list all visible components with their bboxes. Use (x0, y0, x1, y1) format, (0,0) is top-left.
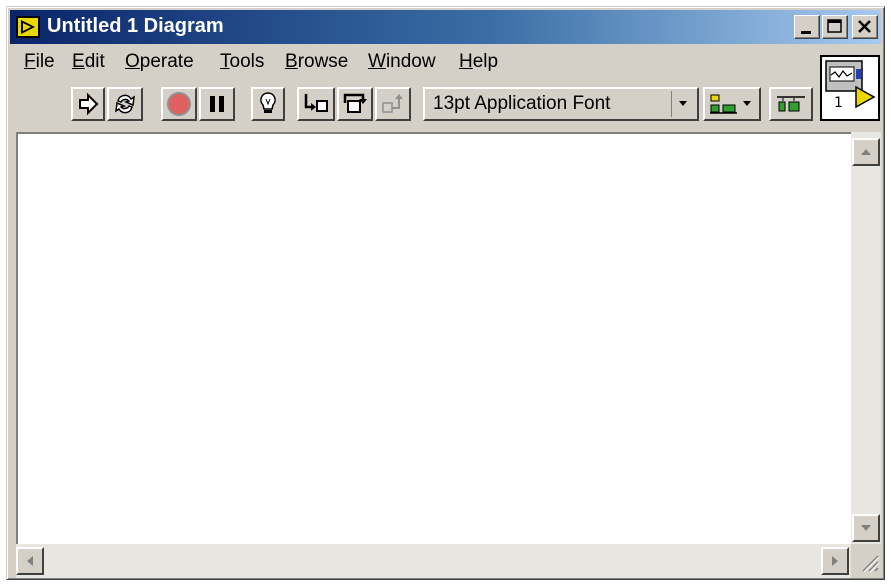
abort-icon (167, 92, 191, 116)
step-out-button[interactable] (375, 87, 411, 121)
step-out-icon (382, 94, 403, 113)
menu-help[interactable]: Help (459, 51, 498, 73)
close-button[interactable] (852, 15, 878, 39)
diagram-window: Untitled 1 Diagram File Edit Operate Too… (6, 6, 885, 580)
maximize-button[interactable] (822, 15, 848, 39)
title-bar[interactable]: Untitled 1 Diagram (10, 10, 881, 44)
step-over-button[interactable] (337, 87, 373, 121)
horizontal-scrollbar[interactable] (16, 544, 851, 578)
block-diagram-canvas[interactable] (16, 132, 851, 544)
close-icon (858, 20, 871, 33)
highlight-execution-button[interactable] (251, 87, 285, 121)
vertical-scrollbar[interactable] (851, 132, 881, 544)
window-title: Untitled 1 Diagram (47, 15, 224, 37)
run-continuously-button[interactable] (107, 87, 143, 121)
scroll-down-button[interactable] (852, 514, 880, 542)
maximize-icon (827, 19, 842, 33)
run-arrow-icon (79, 92, 99, 116)
labview-app-icon (16, 16, 40, 38)
menu-edit[interactable]: Edit (72, 51, 105, 73)
chevron-down-icon (679, 101, 687, 106)
pause-button[interactable] (199, 87, 235, 121)
font-dropdown-arrow[interactable] (671, 91, 695, 117)
scroll-right-arrow-icon (832, 556, 838, 566)
menu-browse[interactable]: Browse (285, 51, 348, 73)
font-selector[interactable]: 13pt Application Font (423, 87, 699, 121)
distribute-objects-icon (777, 96, 805, 112)
distribute-objects-button[interactable] (769, 87, 813, 121)
step-into-icon (304, 94, 328, 112)
scroll-down-arrow-icon (861, 525, 871, 531)
step-into-button[interactable] (297, 87, 335, 121)
align-objects-button[interactable] (703, 87, 761, 121)
align-objects-icon (710, 94, 751, 114)
menu-tools[interactable]: Tools (220, 51, 264, 73)
menu-window[interactable]: Window (368, 51, 436, 73)
scroll-right-button[interactable] (821, 547, 849, 575)
scroll-up-arrow-icon (861, 149, 871, 155)
menu-bar: File Edit Operate Tools Browse Window He… (10, 51, 810, 77)
run-continuously-icon (115, 94, 135, 114)
vi-icon[interactable]: 1 (820, 55, 880, 121)
vi-icon-number: 1 (834, 95, 843, 111)
run-button[interactable] (71, 87, 105, 121)
step-over-icon (343, 93, 367, 113)
highlight-execution-icon (260, 92, 276, 113)
scroll-up-button[interactable] (852, 138, 880, 166)
scroll-left-button[interactable] (16, 547, 44, 575)
menu-operate[interactable]: Operate (125, 51, 194, 73)
vi-front-panel-icon: 1 (825, 60, 876, 111)
minimize-icon (801, 31, 811, 34)
toolbar: 13pt Application Font (7, 87, 827, 127)
scroll-left-arrow-icon (27, 556, 33, 566)
font-selector-value: 13pt Application Font (433, 93, 611, 114)
minimize-button[interactable] (794, 15, 820, 39)
pause-icon (210, 96, 224, 112)
resize-grip[interactable] (851, 544, 881, 578)
abort-button[interactable] (161, 87, 197, 121)
menu-file[interactable]: File (24, 51, 55, 73)
resize-grip-icon (862, 555, 880, 573)
